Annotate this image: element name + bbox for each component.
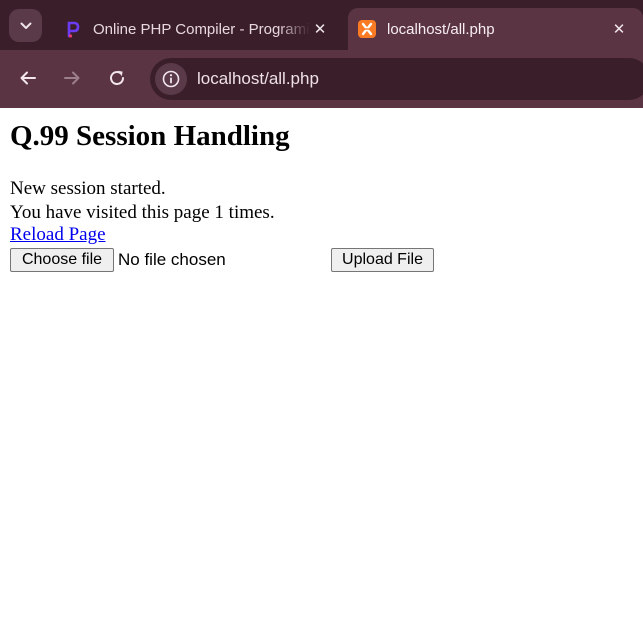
file-status-text: No file chosen [118,250,226,269]
site-info-button[interactable] [155,63,187,95]
reload-icon [110,70,124,85]
forward-arrow-icon [64,71,80,85]
tab-title: Online PHP Compiler - Programiz [93,20,310,38]
tab-strip: Online PHP Compiler - Programiz ✕ localh… [0,0,643,50]
tab-title: localhost/all.php [387,20,495,38]
reload-button[interactable] [103,64,131,92]
tab-localhost[interactable]: localhost/all.php ✕ [348,8,643,50]
back-arrow-icon [20,71,36,85]
upload-file-button[interactable]: Upload File [331,248,434,272]
page-title: Q.99 Session Handling [10,120,290,152]
close-icon[interactable]: ✕ [609,20,629,38]
reload-page-link[interactable]: Reload Page [10,224,106,245]
info-icon [162,70,180,88]
address-bar[interactable]: localhost/all.php [150,58,643,100]
close-icon[interactable]: ✕ [310,20,330,38]
page-content: Q.99 Session Handling New session starte… [0,108,643,630]
browser-toolbar: localhost/all.php [0,50,643,108]
session-status-text: New session started. [10,178,166,199]
choose-file-button[interactable]: Choose file [10,248,114,272]
url-text[interactable]: localhost/all.php [197,69,319,89]
back-button[interactable] [14,64,42,92]
programiz-icon [64,20,82,38]
xampp-icon [358,20,376,38]
chevron-down-icon [20,22,31,29]
visit-count-text: You have visited this page 1 times. [10,202,275,223]
forward-button[interactable] [58,64,86,92]
tab-search-button[interactable] [9,9,42,42]
tab-programiz[interactable]: Online PHP Compiler - Programiz ✕ [54,8,344,50]
